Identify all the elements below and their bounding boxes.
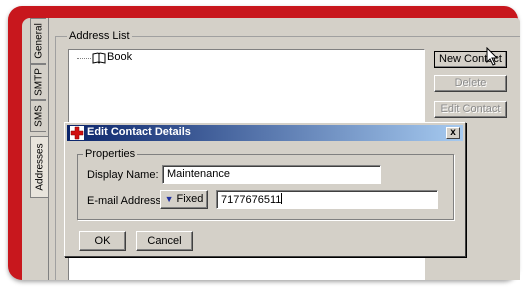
email-address-label: E-mail Address: (87, 195, 165, 207)
vertical-tab-strip: General SMTP SMS Addresses (30, 18, 49, 280)
ok-button[interactable]: OK (79, 231, 126, 251)
dialog-title: Edit Contact Details (87, 126, 191, 138)
text-caret (281, 193, 283, 204)
tab-sms[interactable]: SMS (30, 100, 46, 132)
edit-contact-button[interactable]: Edit Contact (434, 101, 507, 118)
tab-addresses[interactable]: Addresses (30, 136, 49, 198)
tab-smtp-label: SMTP (33, 68, 44, 96)
email-type-value: Fixed (176, 193, 204, 205)
email-type-dropdown[interactable]: ▼ Fixed (160, 190, 208, 209)
address-list-title: Address List (67, 30, 132, 42)
dialog-titlebar[interactable]: Edit Contact Details x (67, 125, 463, 141)
tab-general[interactable]: General (30, 18, 46, 64)
email-address-value: 7177676511 (221, 194, 282, 206)
delete-button[interactable]: Delete (434, 75, 507, 92)
edit-contact-dialog: Edit Contact Details x Properties Displa… (64, 122, 466, 257)
email-address-field[interactable]: 7177676511 (216, 190, 438, 209)
display-name-field[interactable]: Maintenance (162, 165, 381, 184)
tab-content-border (48, 18, 49, 280)
dropdown-arrow-icon: ▼ (164, 194, 174, 204)
mouse-pointer-icon (486, 47, 499, 66)
tree-item-book[interactable]: Book (107, 51, 132, 63)
book-icon (92, 52, 106, 64)
properties-title: Properties (83, 148, 138, 160)
display-name-value: Maintenance (167, 168, 230, 180)
properties-group (77, 154, 454, 220)
tab-smtp[interactable]: SMTP (30, 64, 46, 100)
tree-connector (77, 58, 91, 59)
close-button[interactable]: x (446, 127, 460, 139)
display-name-label: Display Name: (87, 169, 159, 181)
tab-sms-label: SMS (33, 105, 44, 127)
cancel-button[interactable]: Cancel (136, 231, 193, 251)
tab-general-label: General (33, 23, 44, 59)
red-cross-icon (70, 126, 84, 140)
tab-addresses-label: Addresses (34, 143, 46, 191)
